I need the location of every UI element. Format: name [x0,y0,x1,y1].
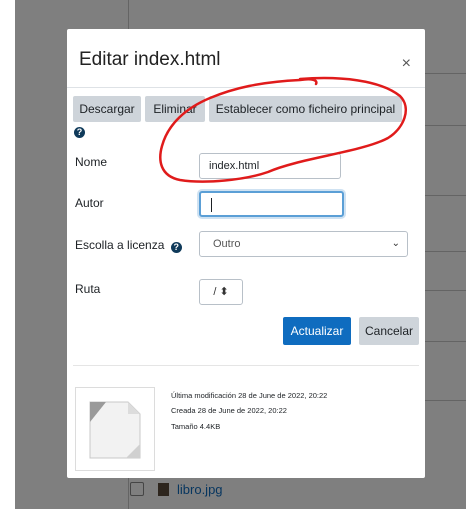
file-thumbnail [75,387,155,471]
set-main-file-button[interactable]: Establecer como ficheiro principal [209,96,402,122]
delete-button[interactable]: Eliminar [145,96,205,122]
created-text: Creada 28 de June de 2022, 20:22 [171,406,287,415]
page-left-strip [0,0,15,509]
name-field[interactable]: index.html [199,153,341,179]
dialog-header: Editar index.html × [67,29,425,88]
license-value: Outro [213,238,241,250]
text-caret [211,198,212,212]
license-label: Escolla a licenza ? [75,238,182,253]
author-label: Autor [75,196,104,210]
license-label-text: Escolla a licenza [75,238,165,252]
size-text: Tamaño 4.4KB [171,422,221,431]
chevron-down-icon: ⌄ [391,238,400,249]
document-icon [89,401,141,459]
path-select[interactable]: / ⬍ [199,279,243,305]
edit-file-dialog: Editar index.html × Descargar Eliminar E… [67,29,425,478]
name-label: Nome [75,155,108,169]
cancel-button[interactable]: Cancelar [359,317,419,345]
download-button[interactable]: Descargar [73,96,141,122]
author-field[interactable] [199,191,344,217]
path-value: / ⬍ [213,286,229,298]
help-icon[interactable]: ? [74,127,85,138]
path-label: Ruta [75,282,101,296]
close-icon[interactable]: × [402,55,411,73]
last-modified-text: Última modificación 28 de June de 2022, … [171,391,328,400]
help-icon[interactable]: ? [170,242,182,253]
update-button[interactable]: Actualizar [283,317,351,345]
license-select[interactable]: Outro ⌄ [199,231,408,257]
section-divider [73,365,419,366]
dialog-title: Editar index.html [79,49,221,70]
